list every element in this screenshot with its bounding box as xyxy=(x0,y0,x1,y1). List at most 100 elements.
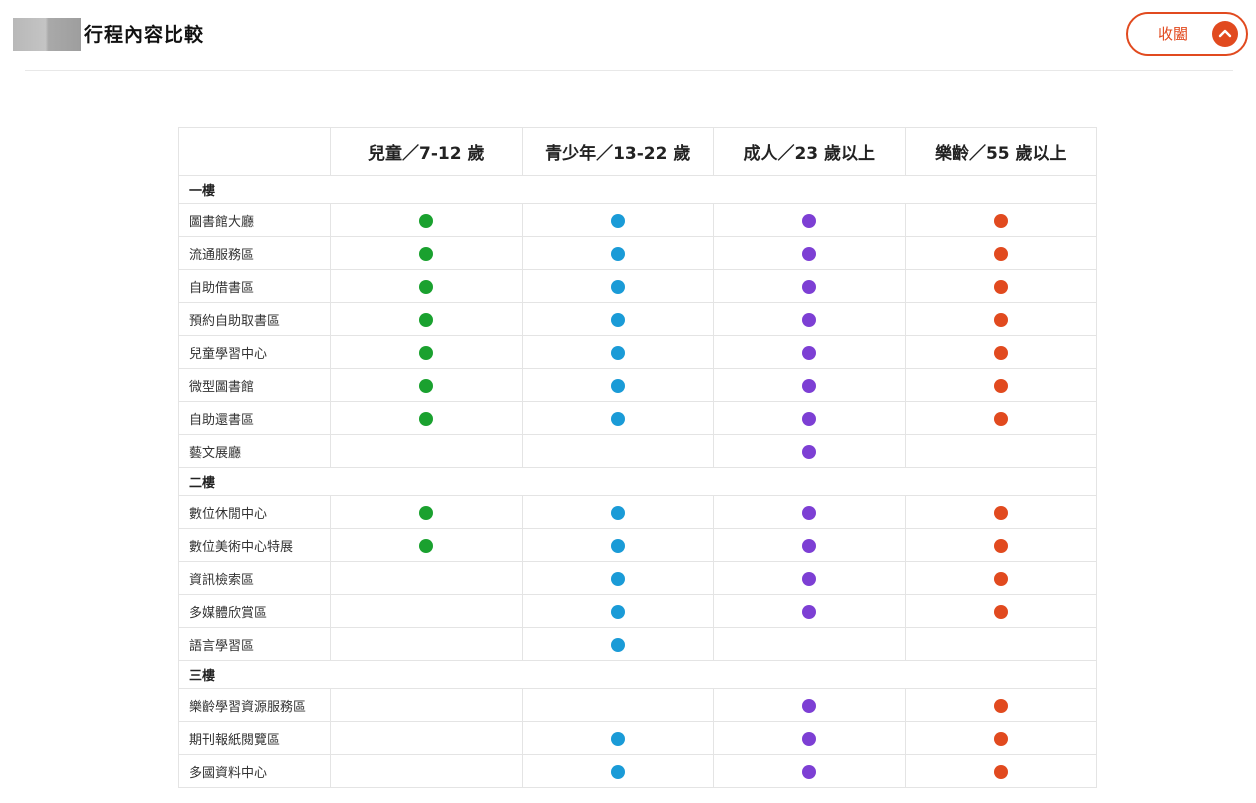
available-dot-youth xyxy=(610,214,625,228)
available-dot-senior xyxy=(993,539,1008,553)
available-dot-adult xyxy=(802,699,817,713)
title-thumbnail xyxy=(13,18,81,51)
cell-senior xyxy=(904,269,1097,303)
cell-adult xyxy=(713,594,906,628)
table-row: 自助還書區 xyxy=(178,401,1097,435)
available-dot-adult xyxy=(802,506,817,520)
cell-youth xyxy=(521,368,714,402)
table-row: 數位休閒中心 xyxy=(178,495,1097,529)
area-name: 多媒體欣賞區 xyxy=(178,594,331,628)
available-dot-senior xyxy=(993,379,1008,393)
available-dot-youth xyxy=(610,765,625,779)
collapse-button-label: 收闔 xyxy=(1158,25,1189,43)
available-dot-youth xyxy=(610,506,625,520)
cell-youth xyxy=(521,401,714,435)
area-name: 兒童學習中心 xyxy=(178,335,331,369)
cell-adult xyxy=(713,368,906,402)
cell-youth xyxy=(521,302,714,336)
area-name: 樂齡學習資源服務區 xyxy=(178,688,331,722)
floor-section-label: 二樓 xyxy=(178,467,1097,496)
available-dot-youth xyxy=(610,732,625,746)
cell-senior xyxy=(904,688,1097,722)
comparison-table: 兒童／7-12 歲 青少年／13-22 歲 成人／23 歲以上 樂齡／55 歲以… xyxy=(178,127,1097,788)
available-dot-children xyxy=(419,506,434,520)
cell-adult xyxy=(713,269,906,303)
cell-senior xyxy=(904,627,1097,661)
available-dot-senior xyxy=(993,247,1008,261)
available-dot-adult xyxy=(802,572,817,586)
available-dot-senior xyxy=(993,732,1008,746)
available-dot-adult xyxy=(802,765,817,779)
cell-senior xyxy=(904,236,1097,270)
cell-adult xyxy=(713,627,906,661)
cell-senior xyxy=(904,754,1097,788)
available-dot-children xyxy=(419,412,434,426)
available-dot-children xyxy=(419,247,434,261)
cell-children xyxy=(330,495,523,529)
available-dot-adult xyxy=(802,445,817,459)
cell-senior xyxy=(904,721,1097,755)
available-dot-adult xyxy=(802,539,817,553)
area-name: 流通服務區 xyxy=(178,236,331,270)
available-dot-senior xyxy=(993,313,1008,327)
area-name: 自助借書區 xyxy=(178,269,331,303)
cell-children xyxy=(330,302,523,336)
available-dot-senior xyxy=(993,699,1008,713)
collapse-button[interactable]: 收闔 xyxy=(1126,12,1248,56)
table-row: 自助借書區 xyxy=(178,269,1097,303)
available-dot-senior xyxy=(993,214,1008,228)
cell-adult xyxy=(713,721,906,755)
available-dot-youth xyxy=(610,412,625,426)
cell-children xyxy=(330,269,523,303)
page-header: 行程內容比較 收闔 xyxy=(0,0,1256,72)
area-name: 自助還書區 xyxy=(178,401,331,435)
table-row: 流通服務區 xyxy=(178,236,1097,270)
cell-children xyxy=(330,528,523,562)
cell-adult xyxy=(713,561,906,595)
floor-section-row: 二樓 xyxy=(178,467,1097,496)
cell-adult xyxy=(713,754,906,788)
cell-youth xyxy=(521,627,714,661)
cell-children xyxy=(330,721,523,755)
area-name: 微型圖書館 xyxy=(178,368,331,402)
table-row: 預約自助取書區 xyxy=(178,302,1097,336)
available-dot-youth xyxy=(610,280,625,294)
available-dot-children xyxy=(419,280,434,294)
available-dot-senior xyxy=(993,280,1008,294)
floor-section-row: 三樓 xyxy=(178,660,1097,689)
available-dot-children xyxy=(419,214,434,228)
cell-youth xyxy=(521,594,714,628)
cell-children xyxy=(330,561,523,595)
area-name: 語言學習區 xyxy=(178,627,331,661)
cell-adult xyxy=(713,401,906,435)
available-dot-senior xyxy=(993,506,1008,520)
header-divider xyxy=(25,70,1233,71)
cell-youth xyxy=(521,754,714,788)
available-dot-senior xyxy=(993,605,1008,619)
available-dot-youth xyxy=(610,379,625,393)
cell-children xyxy=(330,335,523,369)
cell-children xyxy=(330,754,523,788)
cell-senior xyxy=(904,203,1097,237)
area-name: 多國資料中心 xyxy=(178,754,331,788)
cell-senior xyxy=(904,368,1097,402)
available-dot-adult xyxy=(802,379,817,393)
available-dot-adult xyxy=(802,247,817,261)
column-header-youth: 青少年／13-22 歲 xyxy=(521,127,714,176)
available-dot-senior xyxy=(993,572,1008,586)
available-dot-senior xyxy=(993,346,1008,360)
cell-youth xyxy=(521,335,714,369)
available-dot-adult xyxy=(802,214,817,228)
available-dot-youth xyxy=(610,247,625,261)
cell-adult xyxy=(713,528,906,562)
cell-adult xyxy=(713,302,906,336)
area-name: 預約自助取書區 xyxy=(178,302,331,336)
cell-children xyxy=(330,434,523,468)
available-dot-senior xyxy=(993,412,1008,426)
table-row: 多國資料中心 xyxy=(178,754,1097,788)
table-row: 數位美術中心特展 xyxy=(178,528,1097,562)
available-dot-adult xyxy=(802,313,817,327)
cell-children xyxy=(330,688,523,722)
available-dot-adult xyxy=(802,346,817,360)
cell-youth xyxy=(521,434,714,468)
